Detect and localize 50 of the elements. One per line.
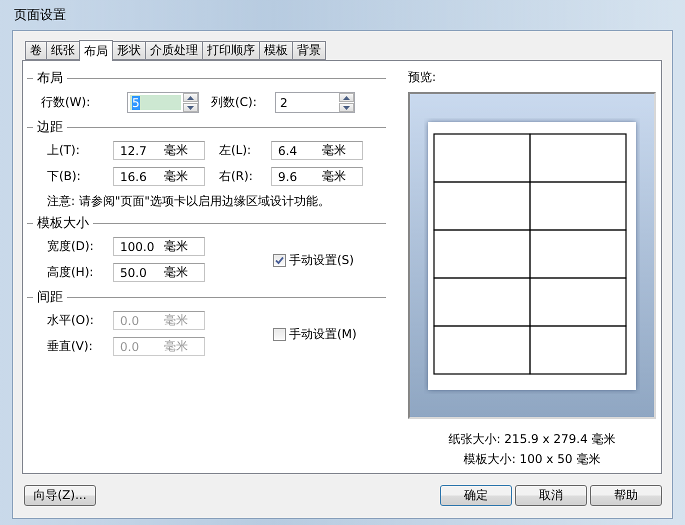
tab[interactable]: 卷: [25, 41, 47, 60]
help-button[interactable]: 帮助: [590, 484, 662, 506]
spin-up-button[interactable]: [183, 93, 198, 102]
field-label: 上(T):: [47, 142, 81, 159]
group-heading: 边距: [27, 118, 386, 136]
tab[interactable]: 模板: [259, 41, 293, 60]
field-label: 宽度(D):: [47, 238, 95, 255]
tab[interactable]: 介质处理: [145, 41, 203, 60]
tab[interactable]: 打印顺序: [202, 41, 260, 60]
input-field[interactable]: 16.6 毫米: [113, 167, 205, 186]
spin-down-button[interactable]: [183, 103, 198, 112]
window-title: 页面设置: [13, 7, 66, 24]
checkbox[interactable]: [273, 254, 286, 266]
spin-down-button[interactable]: [339, 103, 354, 112]
down-arrow-icon: [343, 106, 350, 110]
field-label: 下(B):: [47, 168, 82, 185]
label-size-text: 模板大小: 100 x 50 毫米: [464, 451, 600, 468]
checkbox-label[interactable]: 手动设置(S): [289, 252, 354, 268]
tab[interactable]: 纸张: [46, 41, 80, 60]
ok-button[interactable]: 确定: [440, 484, 512, 506]
tab[interactable]: 形状: [112, 41, 146, 60]
cancel-button[interactable]: 取消: [515, 484, 587, 506]
group-heading: 布局: [27, 69, 386, 87]
field-label: 左(L):: [218, 142, 252, 159]
checkbox-label[interactable]: 手动设置(M): [289, 326, 357, 342]
field-label: 高度(H):: [47, 264, 94, 281]
field-label: 行数(W):: [41, 94, 92, 111]
input-field[interactable]: 50.0 毫米: [113, 263, 205, 282]
input-field[interactable]: 12.7 毫米: [113, 141, 205, 160]
paper-size-text: 纸张大小: 215.9 x 279.4 毫米: [448, 431, 616, 448]
input-field[interactable]: 6.4 毫米: [271, 141, 363, 160]
field-label: 垂直(V):: [47, 338, 94, 355]
down-arrow-icon: [187, 106, 194, 110]
wizard-button[interactable]: 向导(Z)...: [24, 484, 96, 506]
input-field[interactable]: 9.6 毫米: [271, 167, 363, 186]
group-heading: 间距: [27, 288, 386, 306]
number-spinner[interactable]: 2: [275, 92, 355, 113]
field-label: 列数(C):: [211, 94, 258, 111]
preview-label: 预览:: [408, 69, 438, 86]
field-label: 右(R):: [218, 168, 254, 185]
tab[interactable]: 布局: [79, 40, 113, 61]
group-heading: 模板大小: [27, 214, 386, 232]
up-arrow-icon: [343, 96, 350, 100]
tab[interactable]: 背景: [292, 41, 326, 60]
up-arrow-icon: [187, 96, 194, 100]
note-text: 注意: 请参阅"页面"选项卡以启用边缘区域设计功能。: [46, 193, 331, 210]
input-field[interactable]: 100.0 毫米: [113, 237, 205, 256]
spin-up-button[interactable]: [339, 93, 354, 102]
checkbox[interactable]: [273, 328, 286, 340]
field-label: 水平(O):: [47, 312, 95, 329]
